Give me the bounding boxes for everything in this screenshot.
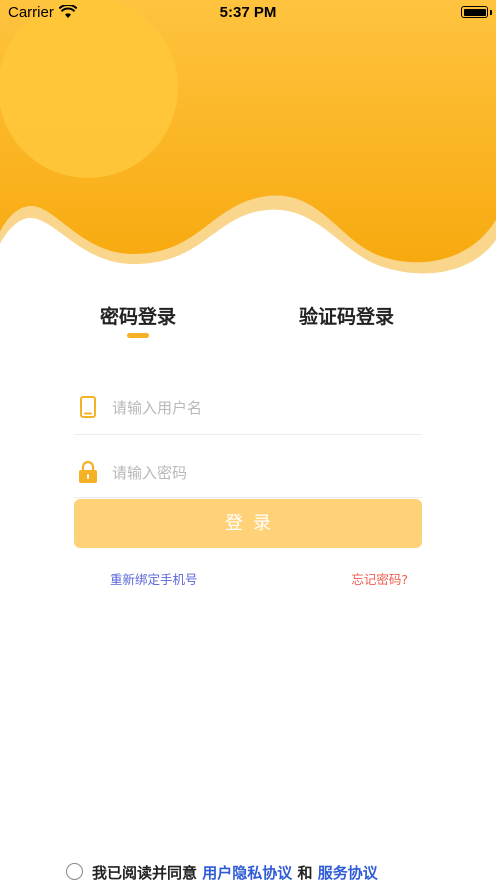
forgot-password-link[interactable]: 忘记密码? xyxy=(351,569,408,588)
agreement-row: 我已阅读并同意 用户隐私协议 和 服务协议 xyxy=(0,860,496,882)
lock-icon xyxy=(79,460,97,483)
status-time: 5:37 PM xyxy=(219,4,277,21)
password-input[interactable] xyxy=(112,460,412,486)
header-wave-background xyxy=(0,0,496,280)
status-bar: Carrier 5:37 PM xyxy=(0,0,496,26)
battery-icon xyxy=(461,6,488,18)
username-divider xyxy=(74,434,422,435)
battery-tip xyxy=(490,10,492,15)
login-button[interactable]: 登录 xyxy=(74,499,422,548)
decorative-circle xyxy=(0,0,178,178)
service-agreement-link[interactable]: 服务协议 xyxy=(318,864,378,882)
agree-checkbox[interactable] xyxy=(66,863,83,880)
username-input[interactable] xyxy=(112,395,412,421)
agreement-and: 和 xyxy=(297,864,313,882)
agreement-prefix: 我已阅读并同意 xyxy=(92,864,198,882)
phone-icon xyxy=(80,396,96,418)
rebind-phone-link[interactable]: 重新绑定手机号 xyxy=(110,569,198,588)
agreement-text: 我已阅读并同意 用户隐私协议 和 服务协议 xyxy=(92,862,378,883)
privacy-policy-link[interactable]: 用户隐私协议 xyxy=(202,864,292,882)
tab-code-login[interactable]: 验证码登录 xyxy=(299,302,394,329)
tab-password-login[interactable]: 密码登录 xyxy=(100,302,176,329)
password-divider xyxy=(74,497,422,498)
tab-active-indicator xyxy=(127,333,149,338)
